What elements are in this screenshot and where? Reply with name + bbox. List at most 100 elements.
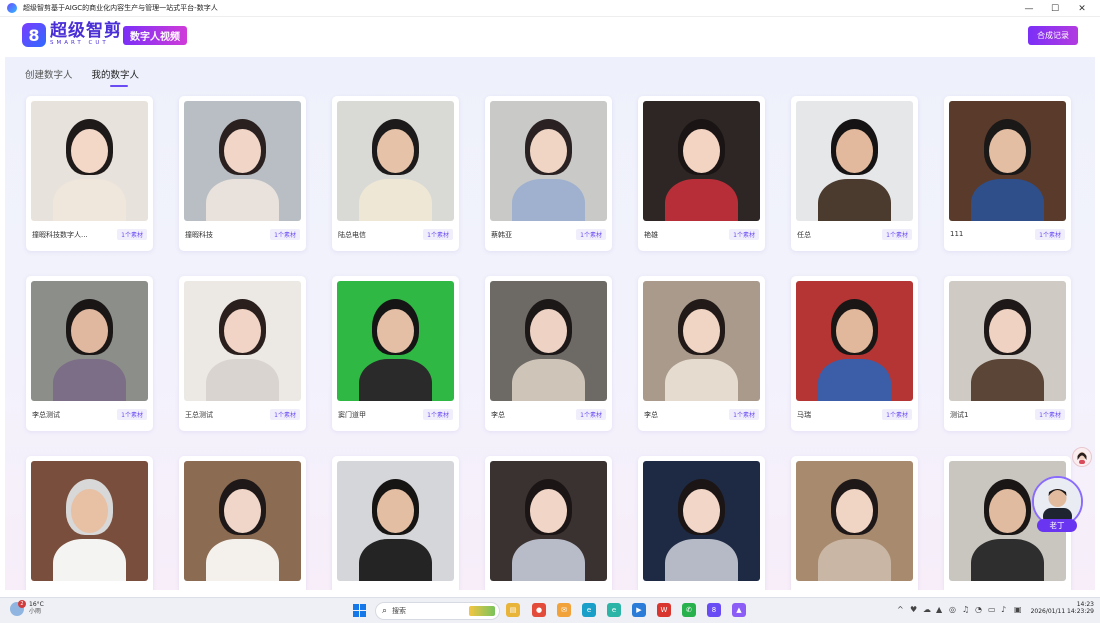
tray-icon[interactable]: ♪ — [1001, 605, 1006, 614]
avatar-figure-face — [377, 309, 414, 353]
avatar-thumbnail[interactable] — [643, 461, 760, 581]
minimize-button[interactable]: — — [1017, 0, 1041, 17]
avatar-figure-body — [818, 539, 891, 581]
avatar-figure-face — [989, 489, 1026, 533]
avatar-thumbnail[interactable] — [31, 461, 148, 581]
avatar-card[interactable]: 艳雄 1个素材 — [638, 96, 765, 251]
taskbar: 2 16°C 小雨 ⌕ 搜索 ▤ ● ✉ e e ▶ W ✆ 8 ▲ ^ ♥ ☁ ▲ ◎ ♫ ◔ ▭ ♪ ▣ 14:… — [0, 597, 1100, 623]
avatar-thumbnail[interactable] — [796, 281, 913, 401]
assistant-name-badge[interactable]: 老丁 — [1037, 519, 1077, 532]
avatar-card[interactable] — [179, 456, 306, 590]
tab-my-avatars[interactable]: 我的数字人 — [92, 67, 139, 87]
avatar-thumbnail[interactable] — [490, 461, 607, 581]
avatar-name: 李总 — [491, 411, 505, 419]
tray-icon[interactable]: ◔ — [975, 605, 982, 614]
avatar-figure-face — [836, 489, 873, 533]
avatar-thumbnail[interactable] — [796, 101, 913, 221]
avatar-card[interactable]: 李总 1个素材 — [485, 276, 612, 431]
close-button[interactable]: ✕ — [1070, 0, 1094, 17]
assistant-mini-avatar[interactable] — [1072, 447, 1092, 467]
synthesis-records-button[interactable]: 合成记录 — [1028, 26, 1078, 45]
smartcut-taskbar-icon[interactable]: 8 — [707, 603, 721, 617]
tray-icon[interactable]: ▣ — [1014, 605, 1022, 614]
avatar-thumbnail[interactable] — [643, 281, 760, 401]
avatar-figure-face — [377, 489, 414, 533]
avatar-thumbnail[interactable] — [184, 461, 301, 581]
tray-icon[interactable]: ▭ — [988, 605, 996, 614]
avatar-thumbnail[interactable] — [949, 281, 1066, 401]
tray-icon[interactable]: ▲ — [936, 605, 942, 614]
avatar-card[interactable] — [332, 456, 459, 590]
avatar-card[interactable]: 王总测试 1个素材 — [179, 276, 306, 431]
avatar-figure-body — [818, 359, 891, 401]
avatar-card[interactable]: 马瑞 1个素材 — [791, 276, 918, 431]
avatar-card[interactable]: 陆总电信 1个素材 — [332, 96, 459, 251]
avatar-card[interactable]: 窦门道甲 1个素材 — [332, 276, 459, 431]
avatar-card[interactable]: 测试1 1个素材 — [944, 276, 1071, 431]
window-title: 超级智剪基于AIGC的商业化内容生产与管理一站式平台-数字人 — [23, 4, 218, 12]
avatar-name: 陆总电信 — [338, 231, 366, 239]
design-icon[interactable]: ▲ — [732, 603, 746, 617]
edge-alt-icon[interactable]: e — [607, 603, 621, 617]
avatar-card[interactable]: 李总 1个素材 — [638, 276, 765, 431]
search-placeholder: 搜索 — [392, 607, 407, 615]
avatar-thumbnail[interactable] — [490, 281, 607, 401]
material-count-badge: 1个素材 — [423, 409, 453, 420]
wechat-icon[interactable]: ✆ — [682, 603, 696, 617]
tray-icon[interactable]: ◎ — [949, 605, 956, 614]
video-icon[interactable]: ▶ — [632, 603, 646, 617]
avatar-name: 任总 — [797, 231, 811, 239]
avatar-card[interactable]: 李总测试 1个素材 — [26, 276, 153, 431]
avatar-card[interactable]: 撞暇科技数字人... 1个素材 — [26, 96, 153, 251]
avatar-thumbnail[interactable] — [31, 281, 148, 401]
product-badge[interactable]: 数字人视频 — [123, 26, 187, 45]
avatar-thumbnail[interactable] — [796, 461, 913, 581]
avatar-thumbnail[interactable] — [643, 101, 760, 221]
taskbar-search[interactable]: ⌕ 搜索 — [375, 602, 500, 620]
tray-icon[interactable]: ♫ — [962, 605, 969, 614]
maximize-button[interactable]: ☐ — [1043, 0, 1067, 17]
avatar-thumbnail[interactable] — [337, 101, 454, 221]
avatar-name: 马瑞 — [797, 411, 811, 419]
man-avatar-icon — [1034, 478, 1081, 525]
avatar-thumbnail[interactable] — [337, 461, 454, 581]
avatar-figure-face — [530, 309, 567, 353]
avatar-card[interactable] — [638, 456, 765, 590]
avatar-thumbnail[interactable] — [337, 281, 454, 401]
avatar-card[interactable]: 撞暇科技 1个素材 — [179, 96, 306, 251]
avatar-name: 李总测试 — [32, 411, 60, 419]
weather-widget[interactable]: 2 16°C 小雨 — [10, 600, 44, 616]
tab-create-avatar[interactable]: 创建数字人 — [25, 67, 73, 87]
wps-icon[interactable]: W — [657, 603, 671, 617]
avatar-thumbnail[interactable] — [184, 101, 301, 221]
windows-start-icon[interactable] — [353, 604, 366, 617]
edge-icon[interactable]: e — [582, 603, 596, 617]
avatar-thumbnail[interactable] — [949, 101, 1066, 221]
avatar-card[interactable] — [791, 456, 918, 590]
avatar-thumbnail[interactable] — [184, 281, 301, 401]
avatar-figure-face — [71, 309, 108, 353]
avatar-figure-face — [989, 129, 1026, 173]
chrome-icon[interactable]: ● — [532, 603, 546, 617]
avatar-figure-body — [665, 359, 738, 401]
file-explorer-icon[interactable]: ▤ — [506, 603, 520, 617]
avatar-card[interactable]: 111 1个素材 — [944, 96, 1071, 251]
tray-icon[interactable]: ☁ — [923, 605, 931, 614]
system-clock[interactable]: 14:23 2026/01/11 14:23:29 — [1024, 601, 1094, 615]
tray-icon[interactable]: ^ — [897, 605, 904, 614]
material-count-badge: 1个素材 — [1035, 229, 1065, 240]
notification-badge: 2 — [18, 600, 26, 608]
avatar-card[interactable]: 任总 1个素材 — [791, 96, 918, 251]
avatar-figure-body — [512, 179, 585, 221]
avatar-card[interactable] — [26, 456, 153, 590]
tray-icon[interactable]: ♥ — [910, 605, 917, 614]
avatar-card[interactable]: 蔡韩亚 1个素材 — [485, 96, 612, 251]
material-count-badge: 1个素材 — [270, 229, 300, 240]
avatar-thumbnail[interactable] — [490, 101, 607, 221]
avatar-thumbnail[interactable] — [31, 101, 148, 221]
logo-text: 超级智剪 — [50, 21, 122, 42]
avatar-figure-face — [683, 309, 720, 353]
avatar-card[interactable] — [485, 456, 612, 590]
mail-icon[interactable]: ✉ — [557, 603, 571, 617]
avatar-figure-body — [665, 539, 738, 581]
